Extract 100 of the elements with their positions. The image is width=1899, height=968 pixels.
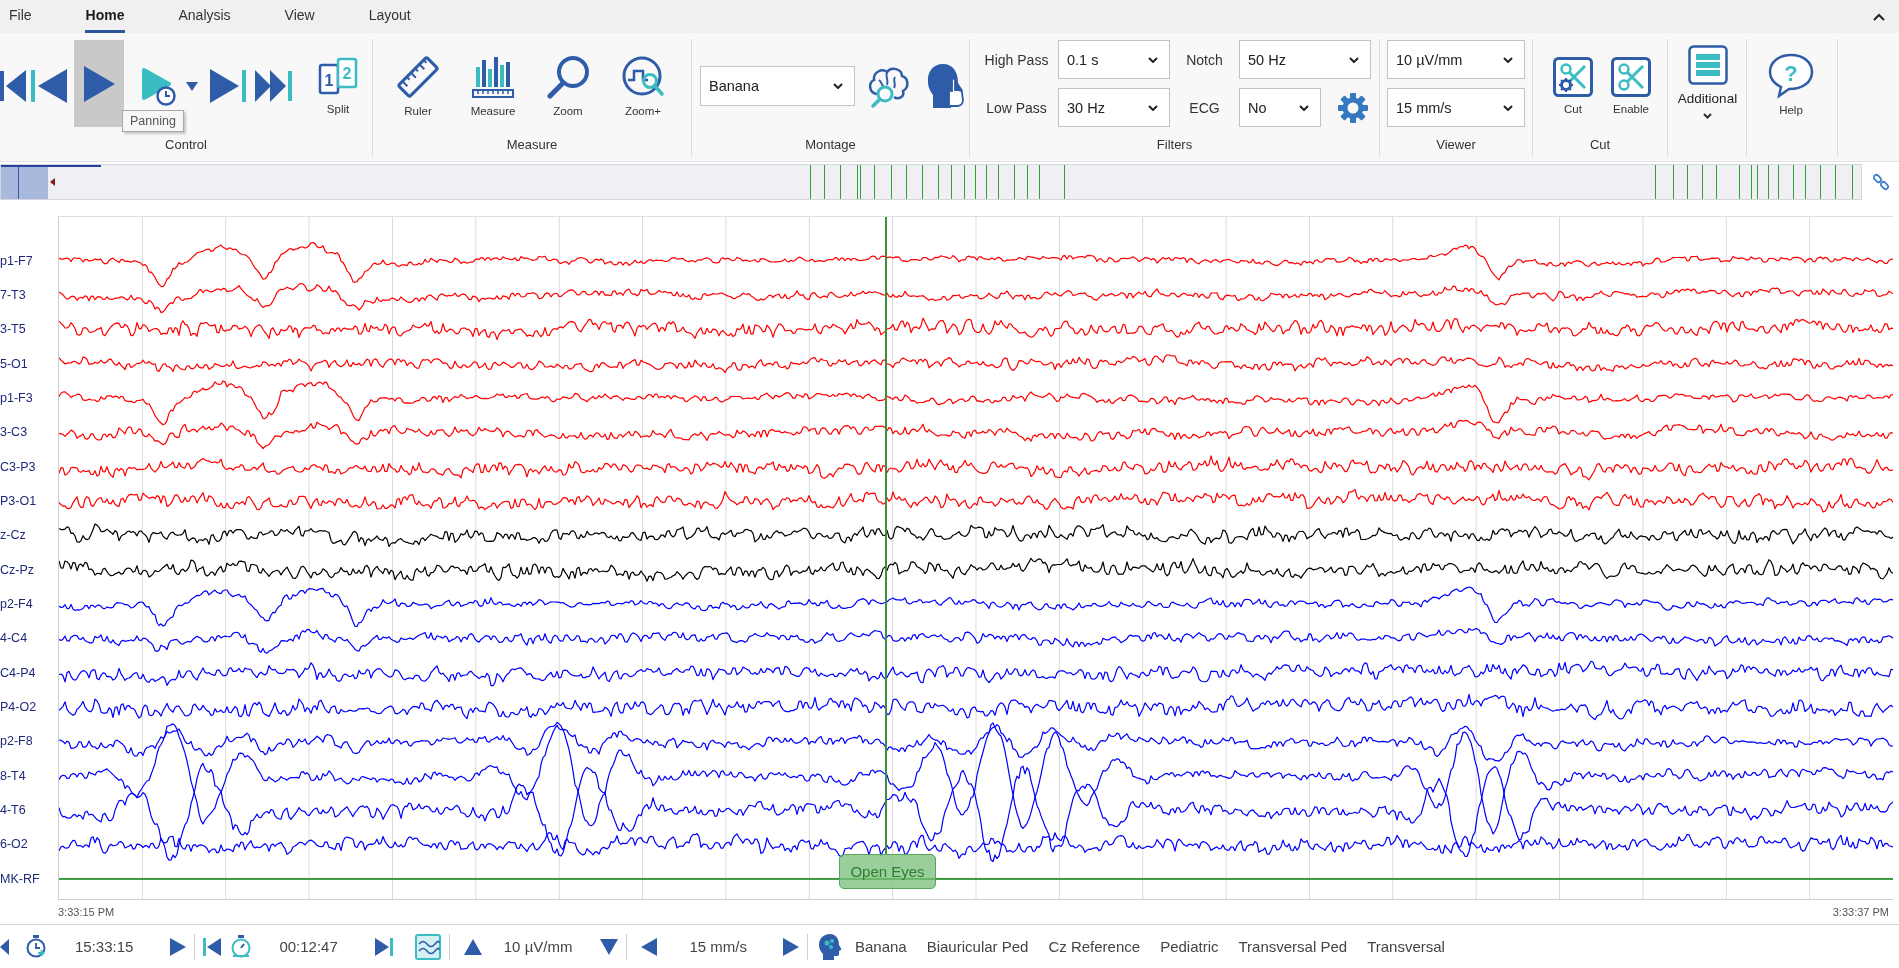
end-time-label: 3:33:37 PM — [1832, 906, 1889, 918]
additional-button[interactable]: Additional — [1668, 45, 1747, 119]
skip-to-start-icon[interactable] — [0, 69, 26, 103]
high-pass-dropdown[interactable]: 0.1 s — [1058, 40, 1170, 79]
event-tick — [964, 165, 965, 199]
waveform-icon[interactable] — [414, 933, 441, 960]
montage-option[interactable]: Transversal — [1367, 938, 1445, 955]
menu-tab[interactable]: Analysis — [177, 0, 232, 33]
link-icon[interactable] — [1872, 173, 1890, 191]
event-tick — [810, 165, 811, 199]
montage-option[interactable]: Pediatric — [1160, 938, 1219, 955]
triangle-left-icon[interactable] — [641, 937, 658, 956]
cut-button[interactable]: Cut — [1548, 57, 1598, 115]
event-tick — [1757, 165, 1758, 199]
channel-label: C4-P4 — [0, 664, 37, 682]
zoom-button[interactable]: Zoom — [533, 55, 603, 117]
group-label: Montage — [804, 136, 857, 154]
stopwatch-icon[interactable] — [230, 934, 253, 959]
clock-time: 15:33:15 — [75, 938, 134, 955]
list-icon — [1687, 45, 1728, 85]
step-forward-icon[interactable] — [210, 68, 246, 104]
chevron-up-icon[interactable] — [1873, 12, 1885, 21]
wave-magnifier-icon — [621, 55, 665, 99]
skip-to-end-icon[interactable] — [374, 936, 393, 957]
step-back-icon[interactable] — [31, 68, 67, 104]
channel-label: 3-C3 — [0, 424, 29, 442]
group-label: Measure — [505, 136, 559, 154]
montage-option[interactable]: Biauricular Ped — [926, 938, 1029, 955]
event-tick — [1655, 165, 1656, 199]
speed-dropdown[interactable]: 15 mm/s — [1387, 88, 1525, 127]
event-tick — [1716, 165, 1717, 199]
triangle-right-icon[interactable] — [782, 937, 799, 956]
timeline-window[interactable] — [1, 165, 48, 199]
bar-chart-ruler-icon — [471, 55, 515, 99]
head-hand-icon[interactable] — [925, 62, 965, 110]
channel-label: Cz-Pz — [0, 561, 36, 579]
triangle-right-icon[interactable] — [170, 937, 187, 956]
channel-label: z-Cz — [0, 527, 27, 545]
event-tick — [1739, 165, 1740, 199]
group-label: Filters — [1155, 136, 1194, 154]
channel-label: 4-T6 — [0, 802, 27, 820]
split-button[interactable]: 1 2 Split — [310, 57, 366, 115]
event-tick — [1027, 165, 1028, 199]
play-clock-icon[interactable] — [140, 66, 176, 106]
channel-label: 3-T5 — [0, 321, 27, 339]
channel-label: p2-F4 — [0, 596, 34, 614]
triangle-up-icon[interactable] — [463, 938, 482, 955]
triangle-down-icon[interactable] — [600, 938, 619, 955]
event-tick — [938, 165, 939, 199]
caret-down-icon[interactable] — [186, 81, 198, 91]
event-tick — [824, 165, 825, 199]
scissors-icon — [1611, 57, 1651, 97]
event-tick — [1805, 165, 1806, 199]
skip-to-end-icon[interactable] — [255, 69, 293, 103]
montage-option[interactable]: Banana — [854, 938, 907, 955]
channel-label: MK-RF — [0, 870, 41, 888]
sensitivity-dropdown[interactable]: 10 µV/mm — [1387, 40, 1525, 79]
montage-option[interactable]: Transversal Ped — [1238, 938, 1348, 955]
event-tick — [1702, 165, 1703, 199]
event-tick — [840, 165, 841, 199]
chevron-down-icon — [1148, 56, 1158, 63]
low-pass-label: Low Pass — [985, 99, 1048, 116]
channel-label: 5-O1 — [0, 355, 29, 373]
event-tick — [1835, 165, 1836, 199]
head-icon[interactable] — [817, 932, 842, 961]
event-tick — [860, 165, 861, 199]
ecg-dropdown[interactable]: No — [1239, 88, 1321, 127]
channel-label: 4-C4 — [0, 630, 29, 648]
measure-button[interactable]: Measure — [458, 55, 528, 117]
event-tick — [998, 165, 999, 199]
event-tick — [1673, 165, 1674, 199]
menu-tab[interactable]: Layout — [367, 0, 412, 33]
event-tick — [906, 165, 907, 199]
enable-button[interactable]: Enable — [1606, 57, 1656, 115]
low-pass-dropdown[interactable]: 30 Hz — [1058, 88, 1170, 127]
clock-icon[interactable] — [25, 934, 47, 959]
montage-dropdown[interactable]: Banana — [700, 66, 855, 106]
event-tick — [1014, 165, 1015, 199]
event-tick — [1687, 165, 1688, 199]
menu-tab[interactable]: View — [283, 0, 316, 33]
event-tick — [951, 165, 952, 199]
settings-icon[interactable] — [1338, 92, 1368, 123]
timeline-bar[interactable] — [0, 164, 1862, 200]
group-label: Cut — [1588, 136, 1612, 154]
menu-tab[interactable]: File — [8, 0, 33, 33]
ruler-button[interactable]: Ruler — [383, 55, 453, 117]
chevron-down-icon — [1503, 104, 1513, 111]
triangle-left-icon[interactable] — [0, 937, 9, 956]
search-icon — [546, 55, 590, 99]
help-button[interactable]: ? Help — [1751, 52, 1831, 116]
skip-to-start-icon[interactable] — [203, 936, 222, 957]
play-button[interactable] — [74, 40, 124, 127]
event-tick — [1064, 165, 1065, 199]
chevron-down-icon — [1299, 104, 1309, 111]
event-tick — [1852, 165, 1853, 199]
event-tick — [1751, 165, 1752, 199]
notch-dropdown[interactable]: 50 Hz — [1239, 40, 1371, 79]
zoom-plus-button[interactable]: Zoom+ — [608, 55, 678, 117]
tooltip: Panning — [122, 110, 184, 132]
montage-option[interactable]: Cz Reference — [1048, 938, 1141, 955]
